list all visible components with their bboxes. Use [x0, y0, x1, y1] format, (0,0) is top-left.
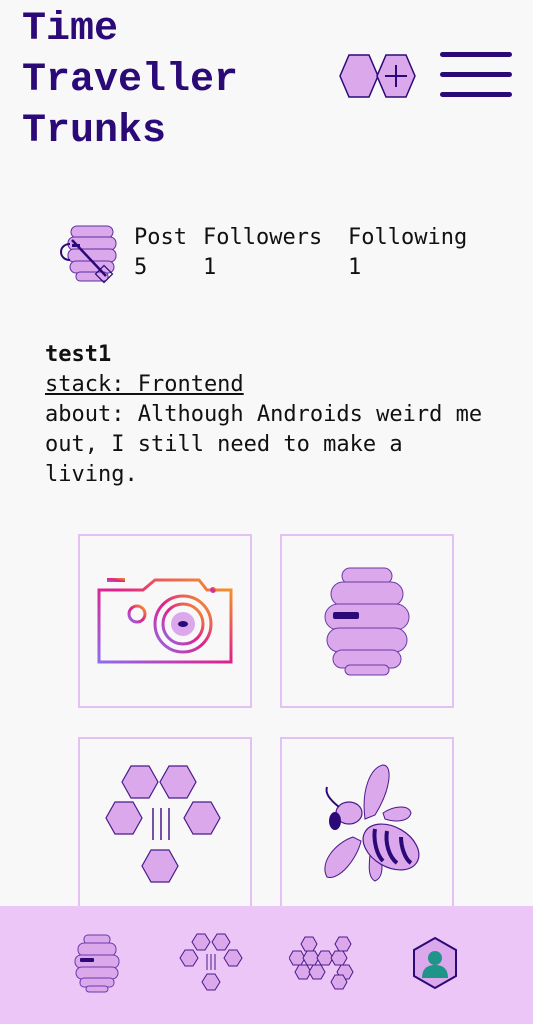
about-text: about: Although Androids weird me out, I… [45, 402, 483, 487]
post-tile[interactable] [280, 534, 454, 708]
app-title: Time Traveller Trunks [22, 4, 322, 157]
nav-profile[interactable] [400, 928, 470, 998]
stat-value: 1 [203, 255, 217, 280]
stack-link[interactable]: stack: Frontend [45, 370, 495, 400]
stat-label: Following [348, 225, 468, 250]
menu-bar [440, 72, 512, 77]
hive-icon [324, 567, 410, 676]
camera-icon [97, 578, 233, 664]
nav-explore[interactable] [176, 928, 246, 998]
menu-button[interactable] [440, 52, 512, 102]
post-tile[interactable] [78, 737, 252, 911]
profile-summary: Post 5 Followers 1 Following 1 [0, 215, 533, 295]
nav-home[interactable] [62, 928, 132, 998]
post-tile[interactable] [78, 534, 252, 708]
stat-followers[interactable]: Followers 1 [203, 223, 322, 283]
post-tile[interactable] [280, 737, 454, 911]
honeycomb-drip-icon [105, 765, 221, 883]
honeycomb-drip-icon [179, 933, 243, 991]
profile-hex-icon [413, 936, 457, 990]
stat-label: Followers [203, 225, 323, 250]
hex-plus-icon [339, 54, 416, 98]
stat-value: 1 [348, 255, 362, 280]
add-post-button[interactable] [337, 50, 419, 102]
stat-following[interactable]: Following 1 [348, 223, 467, 283]
bee-icon [324, 764, 420, 882]
username: test1 [45, 342, 112, 367]
bottom-navigation [0, 906, 533, 1024]
app-title-line: Traveller [22, 58, 239, 103]
avatar[interactable] [54, 220, 124, 286]
app-title-line: Time [22, 7, 119, 52]
stat-label: Post [134, 225, 187, 250]
hive-icon [74, 934, 120, 993]
stat-value: 5 [134, 255, 148, 280]
hive-dipper-icon [60, 225, 117, 284]
menu-bar [440, 52, 512, 57]
nav-community[interactable] [288, 928, 358, 998]
profile-bio: test1 stack: Frontend about: Although An… [45, 340, 495, 490]
stat-posts[interactable]: Post 5 [134, 223, 187, 283]
app-title-line: Trunks [22, 109, 167, 154]
app-header: Time Traveller Trunks [0, 0, 533, 160]
honeycomb-cluster-icon [289, 936, 354, 990]
menu-bar [440, 92, 512, 97]
